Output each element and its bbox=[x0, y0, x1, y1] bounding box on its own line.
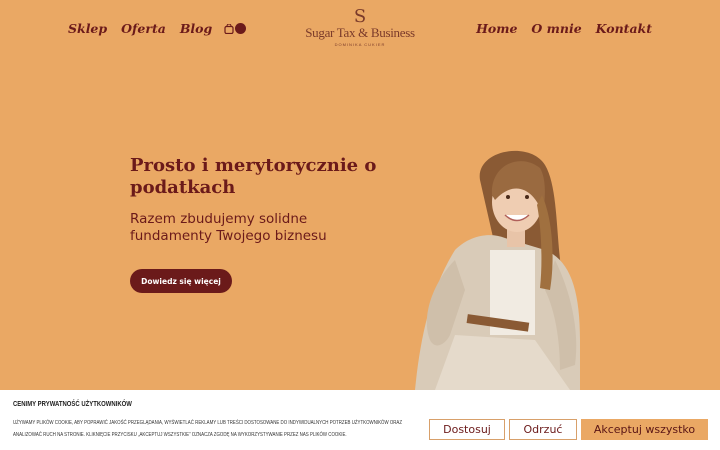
nav-link-oferta[interactable]: Oferta bbox=[121, 21, 166, 36]
cookie-title: CENIMY PRYWATNOŚĆ UŻYTKOWNIKÓW bbox=[13, 401, 132, 408]
cart-count-badge bbox=[235, 23, 247, 34]
logo-name: Sugar Tax & Business bbox=[305, 25, 415, 40]
customize-button[interactable]: Dostosuj bbox=[429, 419, 505, 440]
nav-link-home[interactable]: Home bbox=[476, 21, 517, 36]
accept-all-button[interactable]: Akceptuj wszystko bbox=[581, 419, 708, 440]
cookie-banner: CENIMY PRYWATNOŚĆ UŻYTKOWNIKÓW UŻYWAMY P… bbox=[0, 390, 720, 450]
nav-link-blog[interactable]: Blog bbox=[180, 21, 212, 36]
cart-icon bbox=[224, 23, 234, 34]
hero-title: Prosto i merytorycznie o podatkach bbox=[130, 155, 377, 198]
nav-link-sklep[interactable]: Sklep bbox=[68, 21, 107, 36]
nav-left: Sklep Oferta Blog bbox=[68, 21, 247, 36]
learn-more-button[interactable]: Dowiedz się więcej bbox=[130, 269, 232, 293]
cookie-text: UŻYWAMY PLIKÓW COOKIE, ABY POPRAWIĆ JAKO… bbox=[13, 420, 403, 438]
site-logo[interactable]: S Sugar Tax & Business DOMINIKA CUKIER bbox=[300, 6, 420, 48]
nav-link-o-mnie[interactable]: O mnie bbox=[531, 21, 581, 36]
nav-right: Home O mnie Kontakt bbox=[476, 21, 652, 36]
hero-subtitle: Razem zbudujemy solidne fundamenty Twoje… bbox=[130, 211, 327, 244]
nav-link-kontakt[interactable]: Kontakt bbox=[596, 21, 652, 36]
logo-subtitle: DOMINIKA CUKIER bbox=[334, 42, 386, 47]
portrait-photo bbox=[415, 150, 580, 390]
cart-button[interactable] bbox=[224, 23, 247, 34]
reject-button[interactable]: Odrzuć bbox=[509, 419, 577, 440]
logo-mark: S bbox=[353, 6, 367, 27]
